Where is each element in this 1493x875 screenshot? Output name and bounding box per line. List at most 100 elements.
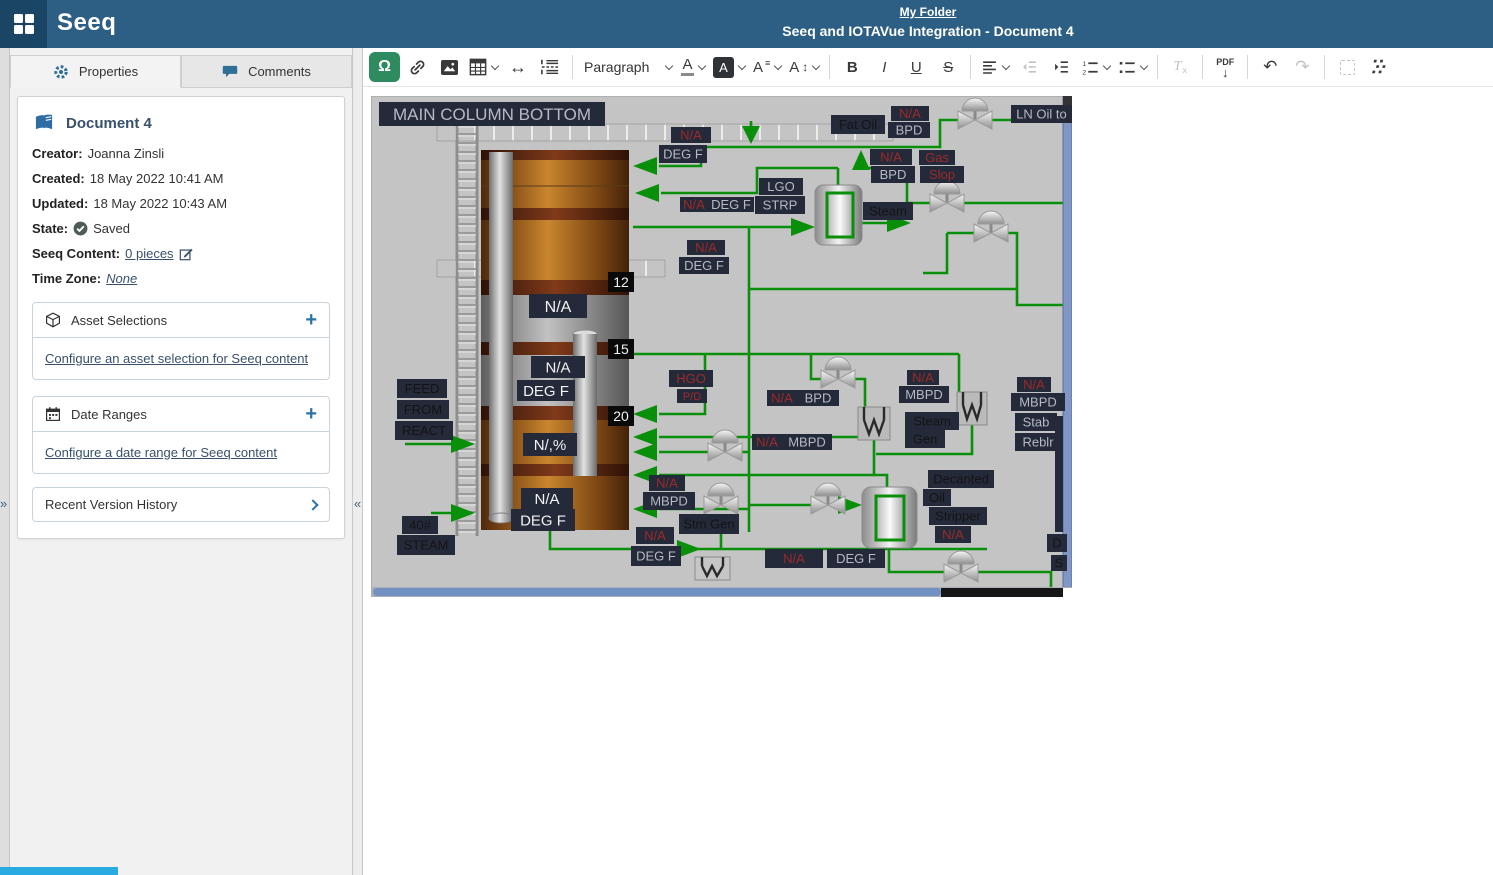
background-pattern-button[interactable]: [1364, 52, 1394, 82]
svg-text:DEG F: DEG F: [711, 197, 751, 212]
image-button[interactable]: [434, 52, 464, 82]
asset-selections-header: Asset Selections +: [33, 303, 329, 338]
dashed-square-icon: [1340, 60, 1355, 75]
chevron-right-icon: [307, 499, 318, 510]
indent-button[interactable]: [1046, 52, 1076, 82]
timezone-row: Time Zone: None: [32, 271, 330, 286]
svg-text:Slop: Slop: [929, 167, 955, 182]
svg-text:D: D: [1052, 536, 1061, 551]
page-break-button[interactable]: [535, 52, 565, 82]
svg-text:Steam: Steam: [869, 204, 907, 219]
font-family-button[interactable]: A ≡: [750, 52, 784, 82]
svg-text:N/A: N/A: [899, 106, 921, 121]
svg-text:BPD: BPD: [880, 167, 907, 182]
creator-value: Joanna Zinsli: [88, 146, 165, 161]
breadcrumb-my-folder[interactable]: My Folder: [900, 5, 957, 19]
insert-seeq-content-button[interactable]: Ω: [369, 52, 400, 82]
chevron-down-icon: [1002, 61, 1010, 69]
chevron-down-icon: [698, 61, 706, 69]
line-height-button[interactable]: A ↕: [786, 52, 822, 82]
outdent-button[interactable]: [1014, 52, 1044, 82]
svg-text:FROM: FROM: [404, 402, 442, 417]
svg-text:N/A: N/A: [644, 528, 666, 543]
svg-text:20: 20: [613, 408, 629, 424]
indent-icon: [1053, 59, 1070, 75]
redo-button[interactable]: ↷: [1287, 52, 1317, 82]
tab-properties[interactable]: Properties: [10, 55, 181, 88]
svg-text:N/A: N/A: [880, 150, 902, 165]
add-date-range-button[interactable]: +: [305, 407, 317, 421]
lgo-stripper-vessel: [815, 185, 862, 245]
seeq-logo: Seeq: [57, 9, 116, 37]
svg-text:Oil: Oil: [929, 490, 945, 505]
editor-pane: Ω: [363, 48, 1493, 875]
svg-text:N/A: N/A: [545, 299, 572, 316]
cube-icon: [45, 312, 61, 328]
svg-text:P/D: P/D: [683, 391, 701, 403]
content-pieces-link[interactable]: 0 pieces: [125, 246, 173, 261]
svg-text:MBPD: MBPD: [788, 435, 826, 450]
background-color-icon: A: [713, 57, 734, 78]
background-color-button[interactable]: A: [710, 52, 748, 82]
recent-version-history-label: Recent Version History: [45, 497, 177, 512]
embedded-hmi-image[interactable]: MAIN COLUMN BOTTOMN/ADEG FFat OilN/ABPDL…: [371, 96, 1072, 602]
page-break-icon: [540, 58, 560, 76]
resize-full-width-button[interactable]: ↔: [503, 52, 533, 82]
hmi-diagram: MAIN COLUMN BOTTOMN/ADEG FFat OilN/ABPDL…: [371, 96, 1072, 597]
table-button[interactable]: [466, 52, 501, 82]
comment-icon: [222, 64, 238, 79]
italic-button[interactable]: I: [869, 52, 899, 82]
svg-text:Gen: Gen: [913, 432, 938, 447]
journal-icon: [34, 114, 54, 132]
configure-asset-selection-link[interactable]: Configure an asset selection for Seeq co…: [45, 351, 308, 366]
chevron-down-icon: [812, 61, 820, 69]
outdent-icon: [1021, 59, 1038, 75]
svg-text:LGO: LGO: [767, 179, 794, 194]
bold-button[interactable]: B: [837, 52, 867, 82]
svg-text:12: 12: [613, 274, 629, 290]
recent-version-history-button[interactable]: Recent Version History: [32, 487, 330, 522]
underline-button[interactable]: U: [901, 52, 931, 82]
svg-text:REACT: REACT: [402, 423, 446, 438]
align-button[interactable]: [978, 52, 1012, 82]
clear-formatting-button[interactable]: T x: [1165, 52, 1195, 82]
pdf-export-button[interactable]: PDF ↓: [1210, 52, 1240, 82]
tab-comments-label: Comments: [248, 64, 311, 79]
font-color-icon: A: [681, 58, 694, 76]
svg-text:BPD: BPD: [896, 123, 923, 138]
app-menu-button[interactable]: [0, 0, 47, 48]
document-properties-card: Document 4 Creator: Joanna Zinsli Create…: [17, 96, 345, 539]
link-button[interactable]: [402, 52, 432, 82]
undo-button[interactable]: ↶: [1255, 52, 1285, 82]
left-collapse-rail[interactable]: »: [0, 48, 10, 875]
ordered-list-button[interactable]: 1 2: [1078, 52, 1113, 82]
add-asset-selection-button[interactable]: +: [305, 313, 317, 327]
svg-text:N/A: N/A: [695, 240, 717, 255]
state-value: Saved: [93, 221, 130, 236]
heat-exchanger: [695, 557, 730, 580]
pdf-icon: PDF ↓: [1216, 57, 1234, 78]
configure-date-range-link[interactable]: Configure a date range for Seeq content: [45, 445, 277, 460]
svg-text:Fat Oil: Fat Oil: [839, 117, 877, 132]
sidebar-divider[interactable]: «: [352, 48, 363, 875]
font-color-button[interactable]: A: [678, 52, 708, 82]
created-value: 18 May 2022 10:41 AM: [90, 171, 224, 186]
edit-icon[interactable]: [179, 247, 193, 261]
collapse-chevron[interactable]: «: [354, 496, 361, 511]
bullet-list-button[interactable]: [1115, 52, 1150, 82]
paragraph-style-select[interactable]: Paragraph: [580, 59, 676, 75]
calendar-icon: [45, 406, 61, 422]
main-column-vessel: [481, 150, 629, 530]
bottom-scrollbar-thumb[interactable]: [0, 867, 118, 875]
tab-comments[interactable]: Comments: [181, 55, 352, 88]
fixed-width-view-button[interactable]: [1332, 52, 1362, 82]
svg-text:BPD: BPD: [805, 391, 832, 406]
state-row: State: Saved: [32, 221, 330, 236]
timezone-link[interactable]: None: [106, 271, 137, 286]
chevron-down-icon: [1140, 61, 1148, 69]
image-icon: [440, 59, 459, 76]
expand-chevron[interactable]: »: [0, 496, 7, 511]
svg-text:N/A: N/A: [756, 435, 778, 450]
strikethrough-button[interactable]: S: [933, 52, 963, 82]
updated-value: 18 May 2022 10:43 AM: [93, 196, 227, 211]
